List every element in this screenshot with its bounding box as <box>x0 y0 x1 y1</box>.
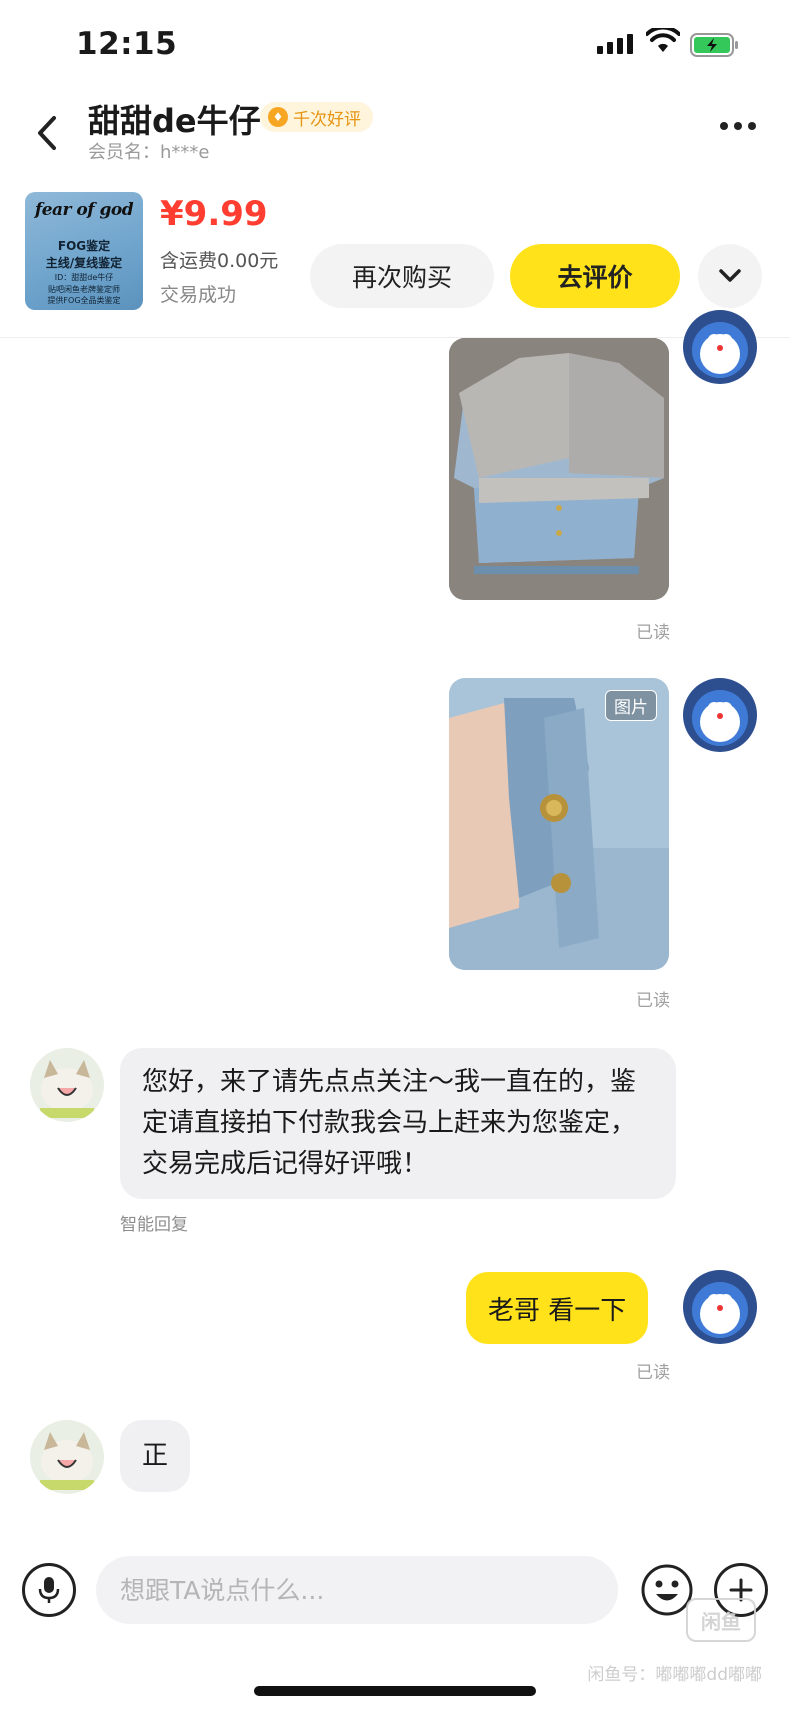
my-avatar[interactable] <box>683 678 757 752</box>
wifi-icon <box>646 28 680 52</box>
seller-avatar[interactable] <box>30 1048 104 1122</box>
home-indicator[interactable] <box>254 1686 536 1696</box>
auto-reply-label: 智能回复 <box>120 1215 188 1235</box>
watermark-text: 闲鱼号：嘟嘟嘟dd嘟嘟 <box>587 1665 762 1685</box>
back-icon[interactable] <box>30 108 70 158</box>
input-bar <box>0 1540 790 1650</box>
seller-nickname[interactable]: 甜甜de牛仔 <box>88 96 261 142</box>
signal-icon <box>597 34 633 54</box>
thumbnail-line: 贴吧闲鱼老牌鉴定师 <box>48 285 120 294</box>
deal-status: 交易成功 <box>160 284 237 306</box>
incoming-message: 正 <box>120 1420 191 1492</box>
seller-avatar[interactable] <box>30 1420 104 1494</box>
battery-icon <box>690 33 738 57</box>
status-bar: 12:15 <box>0 0 790 90</box>
microphone-icon <box>38 1577 60 1603</box>
read-status: 已读 <box>636 991 670 1011</box>
chevron-down-icon <box>719 269 741 282</box>
chat-header: 甜甜de牛仔 ♦ 千次好评 会员名：h***e <box>0 90 790 180</box>
rating-badge: ♦ 千次好评 <box>260 102 373 132</box>
review-button[interactable]: 去评价 <box>510 244 680 308</box>
jacket-photo <box>449 338 669 600</box>
thumbnail-line: 主线/复线鉴定 <box>45 256 123 270</box>
my-avatar[interactable] <box>683 310 757 384</box>
thumbnail-line: 提供FOG全品类鉴定 <box>47 296 121 305</box>
thumbnail-brand-text: fear of god <box>34 200 134 220</box>
thumbnail-line: ID：甜甜de牛仔 <box>54 273 114 282</box>
watermark-logo: 闲鱼 <box>686 1598 756 1642</box>
rebuy-button[interactable]: 再次购买 <box>310 244 494 308</box>
read-status: 已读 <box>636 623 670 643</box>
outgoing-message: 老哥 看一下 <box>466 1272 649 1344</box>
badge-label: 千次好评 <box>293 109 361 130</box>
product-price: ¥9.99 <box>160 194 268 234</box>
message-input[interactable] <box>96 1556 618 1624</box>
chat-image-message[interactable] <box>449 338 669 600</box>
chat-image-message[interactable]: 图片 <box>449 678 669 970</box>
product-card: fear of god FOG鉴定 主线/复线鉴定 ID：甜甜de牛仔 贴吧闲鱼… <box>0 180 790 338</box>
medal-icon: ♦ <box>268 107 288 127</box>
image-tag: 图片 <box>605 690 657 721</box>
read-status: 已读 <box>636 1363 670 1383</box>
thumbnail-line: FOG鉴定 <box>57 239 111 253</box>
status-time: 12:15 <box>76 26 178 62</box>
cuff-photo <box>449 678 669 970</box>
product-thumbnail[interactable]: fear of god FOG鉴定 主线/复线鉴定 ID：甜甜de牛仔 贴吧闲鱼… <box>25 192 143 310</box>
shipping-fee: 含运费0.00元 <box>160 250 279 272</box>
member-name: 会员名：h***e <box>88 142 210 163</box>
incoming-message: 您好，来了请先点点关注～我一直在的，鉴定请直接拍下付款我会马上赶来为您鉴定，交易… <box>120 1048 676 1199</box>
expand-button[interactable] <box>698 244 762 308</box>
more-dots-icon[interactable] <box>720 122 756 130</box>
my-avatar[interactable] <box>683 1270 757 1344</box>
voice-button[interactable] <box>22 1563 76 1617</box>
